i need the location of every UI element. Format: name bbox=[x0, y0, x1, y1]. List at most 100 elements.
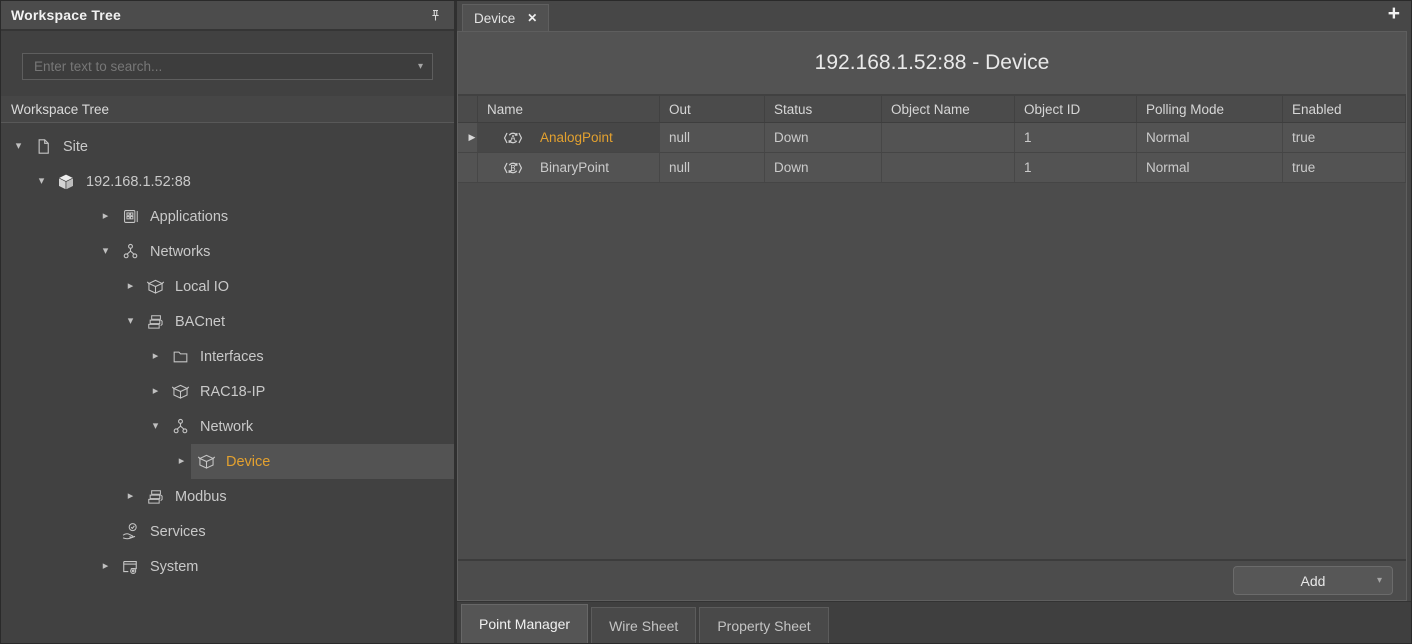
view-tab-point-manager[interactable]: Point Manager bbox=[461, 604, 588, 643]
close-icon[interactable]: ✕ bbox=[527, 11, 537, 25]
tree-header-label: Workspace Tree bbox=[11, 102, 109, 117]
cell-enabled[interactable]: true bbox=[1283, 153, 1406, 182]
chevron-right-icon[interactable]: ▸ bbox=[96, 561, 115, 572]
tree-item-system[interactable]: ▸ System bbox=[1, 549, 454, 584]
add-button[interactable]: Add ▾ bbox=[1233, 566, 1393, 595]
tree-item-rac18-ip[interactable]: ▸ RAC18-IP bbox=[1, 374, 454, 409]
page-title: 192.168.1.52:88 - Device bbox=[815, 51, 1050, 75]
tree-item-network[interactable]: ▾ Network bbox=[1, 409, 454, 444]
table-row-analogpoint[interactable]: ▶AAnalogPointnullDown 1Normaltrue bbox=[458, 123, 1406, 153]
chevron-down-icon[interactable]: ▾ bbox=[1377, 576, 1382, 586]
tree-item-label: Local IO bbox=[175, 279, 229, 295]
svg-text:B: B bbox=[510, 163, 515, 172]
tree-item-label: BACnet bbox=[175, 314, 225, 330]
tab-device[interactable]: Device ✕ bbox=[462, 4, 549, 31]
tree-item-label: Network bbox=[200, 419, 253, 435]
device-title-bar: 192.168.1.52:88 - Device bbox=[458, 32, 1406, 96]
grid-header-row: NameOutStatusObject NameObject IDPolling… bbox=[458, 96, 1406, 123]
search-input[interactable] bbox=[32, 58, 418, 75]
tree-item-services[interactable]: Services bbox=[1, 514, 454, 549]
cell-object_id[interactable]: 1 bbox=[1015, 153, 1137, 182]
chevron-right-icon[interactable]: ▸ bbox=[146, 351, 165, 362]
cell-status[interactable]: Down bbox=[765, 123, 882, 152]
binary-point-icon: B bbox=[500, 156, 526, 180]
tree-item-row: Applications bbox=[115, 199, 454, 234]
grid-rows: ▶AAnalogPointnullDown 1Normaltrue B BinaryP… bbox=[458, 123, 1406, 183]
column-header-name[interactable]: Name bbox=[478, 96, 660, 122]
tree-item-row: Site bbox=[28, 129, 454, 164]
cell-out[interactable]: null bbox=[660, 153, 765, 182]
cell-object_id[interactable]: 1 bbox=[1015, 123, 1137, 152]
cell-object_name[interactable] bbox=[882, 123, 1015, 152]
svg-text:A: A bbox=[510, 133, 516, 142]
chevron-right-icon[interactable]: ▸ bbox=[96, 211, 115, 222]
cell-enabled[interactable]: true bbox=[1283, 123, 1406, 152]
column-header-object_id[interactable]: Object ID bbox=[1015, 96, 1137, 122]
chevron-down-icon[interactable]: ▾ bbox=[121, 316, 140, 327]
tree-item-row: 192.168.1.52:88 bbox=[51, 164, 454, 199]
chevron-right-icon[interactable]: ▸ bbox=[172, 456, 191, 467]
chevron-down-icon[interactable]: ▾ bbox=[418, 62, 423, 72]
tree-item-row: Local IO bbox=[140, 269, 454, 304]
tab-label: Device bbox=[474, 11, 515, 26]
chevron-right-icon[interactable]: ▸ bbox=[121, 491, 140, 502]
view-tab-wire-sheet[interactable]: Wire Sheet bbox=[591, 607, 696, 643]
main-panel: Device ✕ + 192.168.1.52:88 - Device Name… bbox=[457, 1, 1411, 643]
document-tabstrip: Device ✕ + bbox=[457, 1, 1411, 31]
folder-icon bbox=[167, 345, 193, 369]
cell-status[interactable]: Down bbox=[765, 153, 882, 182]
tree-item-modbus[interactable]: ▸Modbus bbox=[1, 479, 454, 514]
tree-item-bacnet[interactable]: ▾ BACnet bbox=[1, 304, 454, 339]
chevron-right-icon[interactable]: ▸ bbox=[121, 281, 140, 292]
chevron-down-icon[interactable]: ▾ bbox=[32, 176, 51, 187]
tree-header: Workspace Tree bbox=[1, 96, 454, 123]
chevron-down-icon[interactable]: ▾ bbox=[96, 246, 115, 257]
tree-item-label: Networks bbox=[150, 244, 210, 260]
network-icon bbox=[167, 415, 193, 439]
cell-object_name[interactable] bbox=[882, 153, 1015, 182]
chevron-right-icon[interactable]: ▸ bbox=[146, 386, 165, 397]
chevron-down-icon[interactable]: ▾ bbox=[9, 141, 28, 152]
cell-name[interactable]: AAnalogPoint bbox=[478, 123, 660, 152]
system-icon bbox=[117, 555, 143, 579]
point-name: BinaryPoint bbox=[540, 160, 609, 175]
tree-item-device[interactable]: ▸Device bbox=[1, 444, 454, 479]
tree-item-label: Interfaces bbox=[200, 349, 264, 365]
tree-item-row: Network bbox=[165, 409, 454, 444]
column-header-object_name[interactable]: Object Name bbox=[882, 96, 1015, 122]
chevron-down-icon[interactable]: ▾ bbox=[146, 421, 165, 432]
column-header-status[interactable]: Status bbox=[765, 96, 882, 122]
tree-item-192-168-1-52-88[interactable]: ▾192.168.1.52:88 bbox=[1, 164, 454, 199]
pin-icon[interactable] bbox=[426, 6, 444, 24]
tree-item-applications[interactable]: ▸Applications bbox=[1, 199, 454, 234]
plus-icon[interactable]: + bbox=[1388, 3, 1400, 24]
tree-item-local-io[interactable]: ▸ Local IO bbox=[1, 269, 454, 304]
row-selector[interactable]: ▶ bbox=[458, 123, 478, 152]
cell-polling_mode[interactable]: Normal bbox=[1137, 123, 1283, 152]
tree-item-site[interactable]: ▾Site bbox=[1, 129, 454, 164]
tree-item-row: Networks bbox=[115, 234, 454, 269]
column-header-polling_mode[interactable]: Polling Mode bbox=[1137, 96, 1283, 122]
controller-icon bbox=[53, 170, 79, 194]
cell-polling_mode[interactable]: Normal bbox=[1137, 153, 1283, 182]
row-selector[interactable] bbox=[458, 153, 478, 182]
tree-item-interfaces[interactable]: ▸ Interfaces bbox=[1, 339, 454, 374]
view-tabstrip: Point ManagerWire SheetProperty Sheet bbox=[457, 601, 1411, 643]
table-row-binarypoint[interactable]: B BinaryPoint nullDown 1Normaltrue bbox=[458, 153, 1406, 183]
cell-out[interactable]: null bbox=[660, 123, 765, 152]
tree-item-row: System bbox=[115, 549, 454, 584]
tree-item-networks[interactable]: ▾ Networks bbox=[1, 234, 454, 269]
cell-name[interactable]: B BinaryPoint bbox=[478, 153, 660, 182]
document-icon bbox=[30, 135, 56, 159]
device-box-icon bbox=[193, 450, 219, 474]
grid-empty-area bbox=[458, 183, 1406, 559]
search-combobox[interactable]: ▾ bbox=[22, 53, 433, 80]
view-tab-property-sheet[interactable]: Property Sheet bbox=[699, 607, 828, 643]
grid-toolbar: Add ▾ bbox=[458, 559, 1406, 600]
layers-icon bbox=[142, 485, 168, 509]
tree-item-label: System bbox=[150, 559, 198, 575]
column-header-enabled[interactable]: Enabled bbox=[1283, 96, 1406, 122]
column-header-out[interactable]: Out bbox=[660, 96, 765, 122]
row-header-column bbox=[458, 96, 478, 122]
tree-item-label: RAC18-IP bbox=[200, 384, 265, 400]
